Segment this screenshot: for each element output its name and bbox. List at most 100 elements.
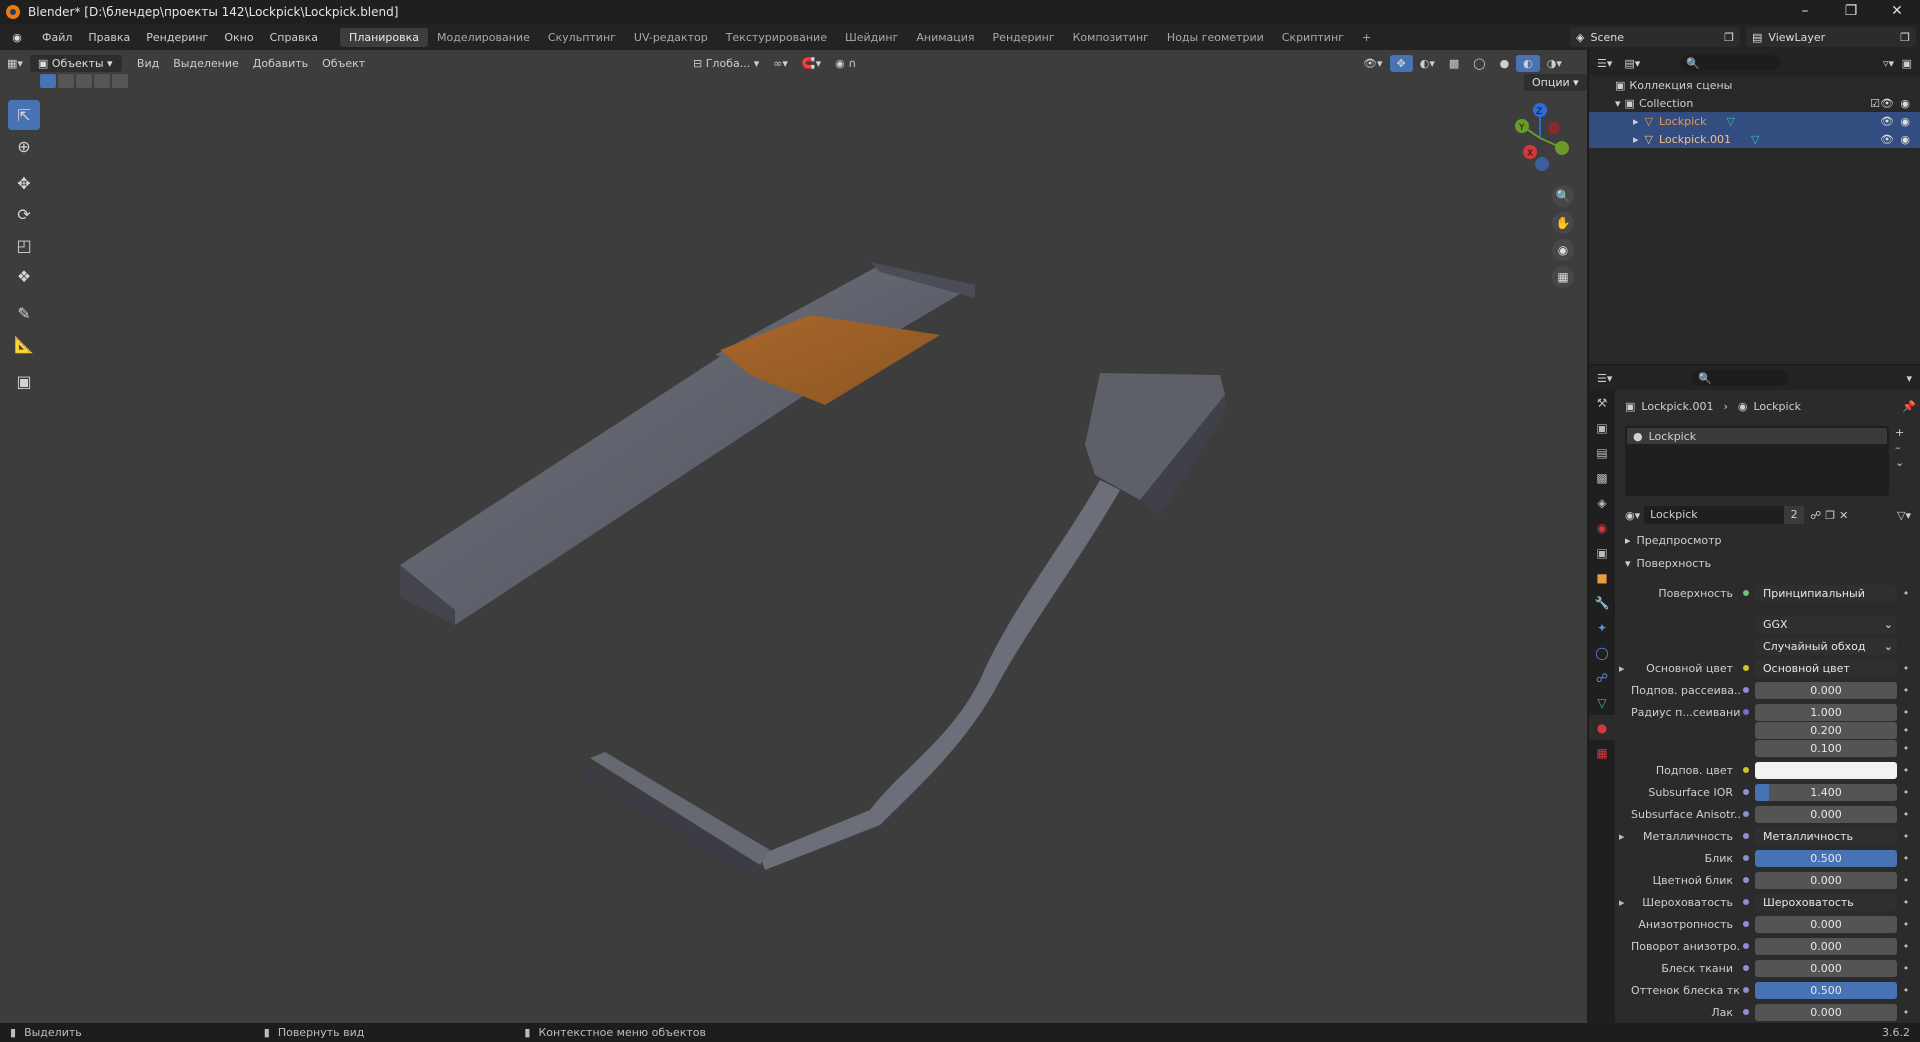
socket-link-icon[interactable] <box>1741 809 1751 819</box>
number-field[interactable]: 0.200 <box>1755 721 1897 739</box>
tab-animation[interactable]: Анимация <box>907 28 983 47</box>
keyframe-dot-icon[interactable]: • <box>1901 852 1911 865</box>
outliner-display-mode-icon[interactable]: ▤▾ <box>1624 57 1640 70</box>
maximize-button[interactable]: ❐ <box>1828 0 1874 24</box>
number-field[interactable]: 0.000 <box>1755 1003 1897 1021</box>
modifiers-tab-icon[interactable]: 🔧 <box>1589 590 1615 615</box>
slot-specials-button[interactable]: ⌄ <box>1895 456 1904 469</box>
annotate-tool[interactable]: ✎ <box>8 298 40 328</box>
expand-arrow-icon[interactable]: ▸ <box>1619 662 1631 675</box>
socket-link-icon[interactable] <box>1741 1007 1751 1017</box>
socket-link-icon[interactable] <box>1741 941 1751 951</box>
number-field[interactable]: 0.000 <box>1755 871 1897 889</box>
keyframe-dot-icon[interactable]: • <box>1901 962 1911 975</box>
preview-panel-header[interactable]: ▸ Предпросмотр <box>1625 534 1722 547</box>
socket-link-icon[interactable] <box>1741 897 1751 907</box>
world-tab-icon[interactable]: ◉ <box>1589 515 1615 540</box>
linked-input-field[interactable]: Металличность <box>1755 827 1897 845</box>
linked-input-field[interactable]: Шероховатость <box>1755 893 1897 911</box>
number-field[interactable]: 1.000 <box>1755 703 1897 721</box>
tab-sculpting[interactable]: Скульптинг <box>539 28 625 47</box>
expand-arrow-icon[interactable]: ▸ <box>1633 133 1639 146</box>
tab-scripting[interactable]: Скриптинг <box>1273 28 1353 47</box>
expand-arrow-icon[interactable]: ▸ <box>1633 115 1639 128</box>
tab-texture-paint[interactable]: Текстурирование <box>717 28 836 47</box>
keyframe-dot-icon[interactable]: • <box>1901 896 1911 909</box>
number-field[interactable]: 0.500 <box>1755 849 1897 867</box>
transform-tool[interactable]: ❖ <box>8 261 40 291</box>
menu-file[interactable]: Файл <box>34 31 80 44</box>
zoom-icon[interactable]: 🔍 <box>1552 185 1574 207</box>
tab-rendering[interactable]: Рендеринг <box>984 28 1064 47</box>
properties-options-icon[interactable]: ▾ <box>1906 372 1912 385</box>
3d-viewport[interactable]: ▦▾ ▣ Объекты ▾ Вид Выделение Добавить Об… <box>0 50 1587 1023</box>
outliner-filter-icon[interactable]: ▿▾ <box>1883 57 1894 70</box>
socket-link-icon[interactable] <box>1741 853 1751 863</box>
navigation-gizmo[interactable]: Z Y X <box>1500 98 1580 178</box>
menu-window[interactable]: Окно <box>216 31 261 44</box>
gizmo-neg-y-axis[interactable] <box>1555 141 1569 155</box>
pan-hand-icon[interactable]: ✋ <box>1552 212 1574 234</box>
socket-link-icon[interactable] <box>1741 588 1751 598</box>
render-tab-icon[interactable]: ▣ <box>1589 415 1615 440</box>
gizmo-neg-x-axis[interactable] <box>1548 122 1560 134</box>
move-tool[interactable]: ✥ <box>8 168 40 198</box>
tab-layout[interactable]: Планировка <box>340 27 429 47</box>
socket-link-icon[interactable] <box>1741 985 1751 995</box>
socket-link-icon[interactable] <box>1741 963 1751 973</box>
constraints-tab-icon[interactable]: ☍ <box>1589 665 1615 690</box>
keyframe-dot-icon[interactable]: • <box>1901 662 1911 675</box>
keyframe-dot-icon[interactable]: • <box>1901 874 1911 887</box>
outliner-search-input[interactable]: 🔍 <box>1680 55 1781 71</box>
tab-modeling[interactable]: Моделирование <box>428 28 539 47</box>
keyframe-dot-icon[interactable]: • <box>1901 808 1911 821</box>
expand-arrow-icon[interactable]: ▸ <box>1619 896 1631 909</box>
properties-editor-icon[interactable]: ☰▾ <box>1597 372 1612 385</box>
number-field[interactable]: 1.400 <box>1755 783 1897 801</box>
camera-view-icon[interactable]: ◉ <box>1552 239 1574 261</box>
menu-edit[interactable]: Правка <box>80 31 138 44</box>
visibility-eye-icon[interactable]: 👁 <box>1880 115 1894 128</box>
texture-tab-icon[interactable]: ▦ <box>1589 740 1615 765</box>
number-field[interactable]: 0.500 <box>1755 981 1897 999</box>
visibility-eye-icon[interactable]: 👁 <box>1880 133 1894 146</box>
view-layer-selector[interactable]: ▤ ViewLayer ❐ <box>1746 27 1916 47</box>
dropdown-select[interactable]: Случайный обход ⌄ <box>1755 637 1897 655</box>
number-field[interactable]: 0.000 <box>1755 681 1897 699</box>
cursor-tool[interactable]: ⊕ <box>8 131 40 161</box>
socket-link-icon[interactable] <box>1741 875 1751 885</box>
number-field[interactable]: 0.000 <box>1755 915 1897 933</box>
perspective-grid-icon[interactable]: ▦ <box>1552 266 1574 288</box>
keyframe-dot-icon[interactable]: • <box>1901 764 1911 777</box>
material-name-field[interactable]: Lockpick <box>1644 506 1785 524</box>
socket-link-icon[interactable] <box>1741 765 1751 775</box>
exclude-checkbox[interactable]: ☑ <box>1870 97 1880 110</box>
measure-tool[interactable]: 📐 <box>8 329 40 359</box>
keyframe-dot-icon[interactable]: • <box>1901 1006 1911 1019</box>
number-field[interactable]: 0.000 <box>1755 805 1897 823</box>
keyframe-dot-icon[interactable]: • <box>1901 984 1911 997</box>
scene-tab-icon[interactable]: ◈ <box>1589 490 1615 515</box>
tab-geometry-nodes[interactable]: Ноды геометрии <box>1158 28 1273 47</box>
output-tab-icon[interactable]: ▤ <box>1589 440 1615 465</box>
data-tab-icon[interactable]: ▽ <box>1589 690 1615 715</box>
duplicate-material-icon[interactable]: ❐ <box>1825 509 1835 522</box>
keyframe-dot-icon[interactable]: • <box>1901 587 1911 600</box>
material-slot-row[interactable]: ● Lockpick <box>1627 428 1887 444</box>
linked-input-field[interactable]: Принципиальный BSDF <box>1755 584 1897 602</box>
properties-search-input[interactable]: 🔍 <box>1692 370 1789 386</box>
socket-link-icon[interactable] <box>1741 663 1751 673</box>
keyframe-dot-icon[interactable]: • <box>1901 940 1911 953</box>
menu-help[interactable]: Справка <box>262 31 326 44</box>
keyframe-dot-icon[interactable]: • <box>1901 830 1911 843</box>
keyframe-dot-icon[interactable]: • <box>1901 786 1911 799</box>
outliner-scene-collection[interactable]: ▣ Коллекция сцены <box>1589 76 1920 94</box>
rotate-tool[interactable]: ⟳ <box>8 199 40 229</box>
dropdown-select[interactable]: GGX ⌄ <box>1755 615 1897 633</box>
visibility-eye-icon[interactable]: 👁 <box>1880 97 1894 110</box>
keyframe-dot-icon[interactable]: • <box>1901 706 1911 719</box>
number-field[interactable]: 0.000 <box>1755 937 1897 955</box>
unlink-material-icon[interactable]: ✕ <box>1839 509 1848 522</box>
add-slot-button[interactable]: + <box>1895 426 1904 439</box>
socket-link-icon[interactable] <box>1741 707 1751 717</box>
